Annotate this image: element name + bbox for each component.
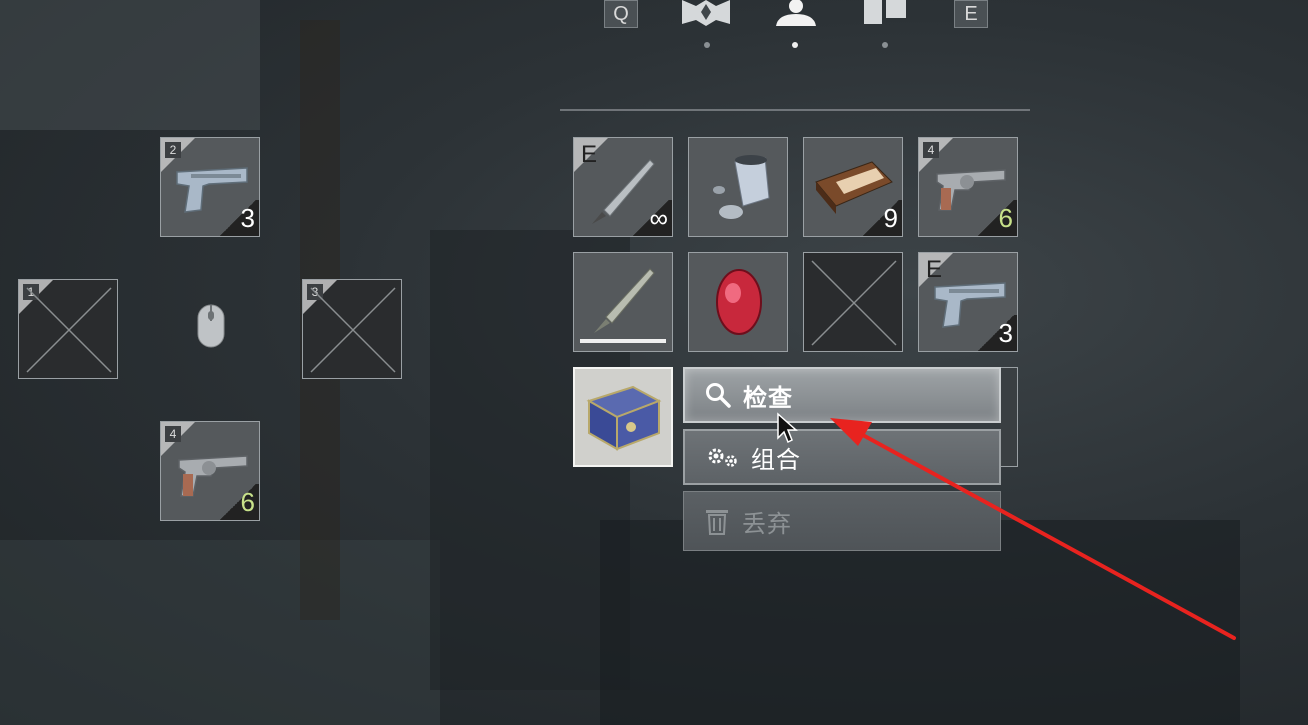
annotation-arrow-icon	[830, 418, 1236, 640]
